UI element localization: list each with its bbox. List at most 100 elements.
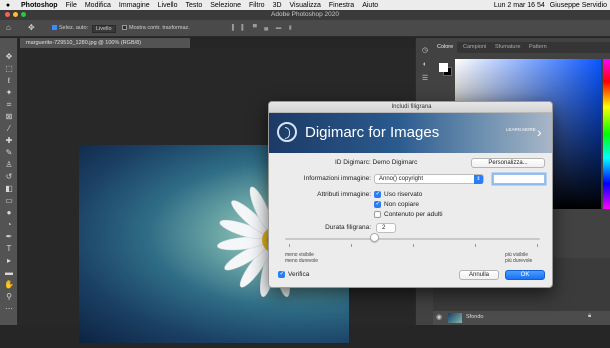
- menu-selezione[interactable]: Selezione: [210, 2, 241, 9]
- hue-slider[interactable]: [603, 59, 610, 209]
- lasso-tool-icon[interactable]: ℓ: [4, 76, 14, 86]
- menu-filtro[interactable]: Filtro: [249, 2, 265, 9]
- tab-colore[interactable]: Colore: [433, 42, 458, 53]
- restricted-use-checkbox[interactable]: [374, 190, 381, 198]
- close-window-button[interactable]: [5, 12, 10, 17]
- menu-testo[interactable]: Testo: [186, 2, 203, 9]
- eraser-tool-icon[interactable]: ◧: [4, 184, 14, 194]
- learn-more-link[interactable]: LEARN MORE: [506, 127, 536, 132]
- zoom-window-button[interactable]: [21, 12, 26, 17]
- slider-tick: [413, 244, 414, 247]
- minimize-window-button[interactable]: [13, 12, 18, 17]
- image-info-value: Anno() copyright: [379, 176, 424, 182]
- durability-slider-knob[interactable]: [369, 233, 379, 242]
- slider-right-caption: più visibile più durevole: [505, 252, 532, 264]
- tab-sfumature[interactable]: Sfumature: [491, 42, 524, 53]
- digimarc-logo-icon: [277, 122, 297, 142]
- hand-tool-icon[interactable]: ✋: [4, 280, 14, 290]
- adjustments-panel-icon[interactable]: ◐: [420, 60, 430, 70]
- eyedropper-icon[interactable]: ⁄: [4, 124, 14, 134]
- image-info-label: Informazioni immagine:: [303, 175, 371, 182]
- adult-content-checkbox[interactable]: [374, 211, 381, 218]
- durability-slider-track[interactable]: [285, 238, 540, 240]
- copyright-year-field[interactable]: [493, 174, 545, 184]
- durability-label: Durata filigrana:: [325, 224, 371, 231]
- tab-campioni[interactable]: Campioni: [459, 42, 490, 53]
- menu-bar: ● Photoshop File Modifica Immagine Livel…: [0, 0, 610, 10]
- history-panel-icon[interactable]: ◷: [420, 46, 430, 56]
- slider-tick: [475, 244, 476, 247]
- durability-field[interactable]: 2: [376, 223, 396, 233]
- magic-wand-icon[interactable]: ✦: [4, 88, 14, 98]
- menu-app-name[interactable]: Photoshop: [21, 2, 58, 9]
- verify-checkbox[interactable]: [278, 270, 285, 278]
- path-select-icon[interactable]: ▸: [4, 256, 14, 266]
- crop-tool-icon[interactable]: ⌗: [4, 100, 14, 110]
- ok-button[interactable]: OK: [505, 270, 545, 280]
- digimarc-banner[interactable]: Digimarc for Images LEARN MORE ›: [269, 113, 552, 153]
- slider-tick: [537, 244, 538, 247]
- menu-modifica[interactable]: Modifica: [85, 2, 111, 9]
- auto-select-dropdown[interactable]: Livello: [92, 25, 116, 33]
- tab-pattern[interactable]: Pattern: [525, 42, 551, 53]
- zoom-tool-icon[interactable]: ⚲: [4, 292, 14, 302]
- apple-icon[interactable]: ●: [3, 2, 13, 9]
- arrow-right-icon[interactable]: ›: [537, 124, 542, 140]
- digimarc-id-label: ID Digimarc: Demo Digimarc: [335, 159, 418, 166]
- auto-select-value: Livello: [92, 25, 116, 33]
- image-info-dropdown[interactable]: Anno() copyright ⇕: [374, 174, 484, 184]
- cancel-button[interactable]: Annulla: [459, 270, 499, 280]
- adult-content-label: Contenuto per adulti: [384, 211, 443, 218]
- shape-tool-icon[interactable]: ▬: [4, 268, 14, 278]
- type-tool-icon[interactable]: T: [4, 244, 14, 254]
- slider-left-line2: meno durevole: [285, 258, 319, 264]
- move-tool-icon[interactable]: ✥: [28, 23, 35, 32]
- image-attributes-label: Attributi immagine:: [317, 191, 371, 198]
- more-tools-icon[interactable]: ⋯: [4, 304, 14, 314]
- dodge-tool-icon[interactable]: ◔: [4, 220, 14, 230]
- lock-icon: 🔒︎: [588, 313, 592, 319]
- durability-value: 2: [382, 225, 386, 231]
- document-title: marguerite-729510_1280.jpg @ 100% (RGB/8…: [26, 40, 142, 46]
- do-not-copy-checkbox[interactable]: [374, 200, 381, 208]
- personalize-button[interactable]: Personalizza...: [471, 158, 545, 168]
- auto-select-checkbox[interactable]: Selez. auto:: [52, 25, 88, 31]
- slider-left-caption: meno visibile meno durevole: [285, 252, 318, 264]
- gradient-tool-icon[interactable]: ▭: [4, 196, 14, 206]
- layer-row[interactable]: ◉ Sfondo 🔒︎: [433, 311, 610, 325]
- options-bar: ⌂ ✥ Selez. auto: Livello Mostra contr. t…: [0, 20, 610, 37]
- properties-panel-icon[interactable]: ☰: [420, 74, 430, 84]
- marquee-tool-icon[interactable]: ⬚: [4, 64, 14, 74]
- transform-controls-label: Mostra contr. trasformaz.: [129, 25, 190, 31]
- menu-3d[interactable]: 3D: [273, 2, 282, 9]
- tools-panel: ✥ ⬚ ℓ ✦ ⌗ ⊠ ⁄ ✚ ✎ ♙ ↺ ◧ ▭ ● ◔ ✒ T ▸ ▬ ✋ …: [0, 38, 18, 325]
- home-icon[interactable]: ⌂: [6, 23, 11, 32]
- blur-tool-icon[interactable]: ●: [4, 208, 14, 218]
- menu-file[interactable]: File: [66, 2, 77, 9]
- brush-tool-icon[interactable]: ✎: [4, 148, 14, 158]
- history-brush-icon[interactable]: ↺: [4, 172, 14, 182]
- stamp-tool-icon[interactable]: ♙: [4, 160, 14, 170]
- layer-name: Sfondo: [466, 314, 484, 320]
- healing-brush-icon[interactable]: ✚: [4, 136, 14, 146]
- pen-tool-icon[interactable]: ✒: [4, 232, 14, 242]
- restricted-use-label: Uso riservato: [384, 191, 423, 198]
- user-name[interactable]: Giuseppe Servidio: [550, 2, 607, 9]
- menu-immagine[interactable]: Immagine: [119, 2, 150, 9]
- align-icons[interactable]: ▐ ▌ ▀ ▄ ▬ ▮: [230, 25, 295, 31]
- color-panel-tabs: Colore Campioni Sfumature Pattern: [433, 42, 610, 53]
- frame-tool-icon[interactable]: ⊠: [4, 112, 14, 122]
- menu-visualizza[interactable]: Visualizza: [290, 2, 321, 9]
- watermark-dialog: Includi filigrana Digimarc for Images LE…: [268, 101, 553, 288]
- slider-tick: [351, 244, 352, 247]
- window-title-bar: Adobe Photoshop 2020: [0, 10, 610, 20]
- menu-aiuto[interactable]: Aiuto: [362, 2, 378, 9]
- document-tab[interactable]: marguerite-729510_1280.jpg @ 100% (RGB/8…: [20, 38, 190, 48]
- transform-controls-checkbox[interactable]: Mostra contr. trasformaz.: [122, 25, 190, 31]
- eye-icon[interactable]: ◉: [436, 313, 442, 321]
- foreground-color-swatch[interactable]: [439, 63, 448, 72]
- menu-finestra[interactable]: Finestra: [329, 2, 354, 9]
- menu-livello[interactable]: Livello: [158, 2, 178, 9]
- clock[interactable]: Lun 2 mar 16 54: [494, 2, 545, 9]
- move-tool-icon[interactable]: ✥: [4, 52, 14, 62]
